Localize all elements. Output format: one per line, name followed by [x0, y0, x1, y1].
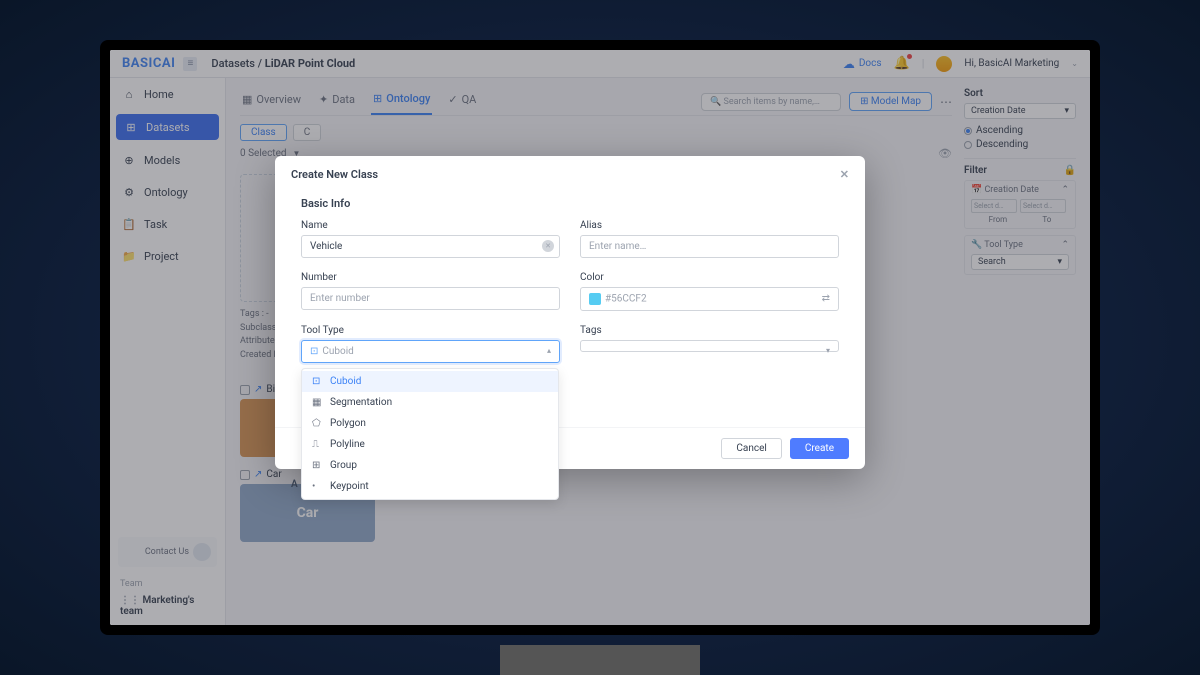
chevron-up-icon: ▴ — [547, 346, 551, 355]
sidebar-item-project[interactable]: 📁Project — [110, 240, 225, 272]
attributes-label: A — [291, 479, 298, 490]
sidebar-toggle-icon[interactable]: ≡ — [183, 57, 197, 71]
class-filter-chip[interactable]: Class — [240, 124, 287, 141]
option-segmentation[interactable]: ▦Segmentation — [302, 392, 558, 413]
model-map-button[interactable]: ⊞ Model Map — [849, 92, 932, 111]
create-button[interactable]: Create — [790, 438, 849, 459]
sort-by-select[interactable]: Creation Date ▾ — [964, 103, 1076, 119]
checkbox[interactable] — [240, 470, 250, 480]
tool-type-select[interactable]: ⊡Cuboid ▴ — [301, 340, 560, 363]
sort-filter-panel: Sort Creation Date ▾ Ascending Descendin… — [964, 88, 1076, 615]
option-polygon[interactable]: ⬠Polygon — [302, 413, 558, 434]
notifications-icon[interactable]: 🔔 — [894, 56, 910, 71]
keypoint-icon: • — [312, 481, 324, 492]
alias-label: Alias — [580, 220, 839, 231]
polygon-icon: ⬠ — [312, 418, 324, 429]
tool-type-label: Tool Type — [301, 325, 560, 336]
sidebar-item-home[interactable]: ⌂Home — [110, 78, 225, 110]
lock-icon: 🔒 — [1064, 165, 1076, 176]
user-greeting: Hi, BasicAI Marketing — [964, 58, 1059, 69]
sort-asc-radio[interactable]: Ascending — [964, 125, 1076, 136]
sidebar-item-datasets[interactable]: ⊞Datasets — [116, 114, 219, 140]
sidebar: ⌂Home ⊞Datasets ⊕Models⚙Ontology📋Task📁Proj… — [110, 78, 226, 625]
date-from-input[interactable]: Select d… — [971, 199, 1017, 213]
sidebar-item-task[interactable]: 📋Task — [110, 208, 225, 240]
breadcrumb-current: LiDAR Point Cloud — [265, 57, 356, 70]
tab-data[interactable]: ✦ Data — [317, 88, 357, 115]
option-polyline[interactable]: ⎍Polyline — [302, 434, 558, 455]
task-icon: 📋 — [122, 217, 136, 231]
tab-ontology[interactable]: ⊞ Ontology — [371, 88, 432, 115]
more-icon[interactable]: ⋯ — [940, 95, 952, 109]
group-icon: ⊞ — [312, 460, 324, 471]
name-input[interactable]: Vehicle — [301, 235, 560, 258]
tool-type-filter[interactable]: 🔧 Tool Type⌃ Search▾ — [964, 235, 1076, 275]
contact-us-button[interactable]: Contact Us — [118, 537, 217, 567]
search-input[interactable]: 🔍 Search items by name,… — [701, 93, 841, 111]
option-keypoint[interactable]: •Keypoint — [302, 476, 558, 497]
tabs-bar: ▦ Overview ✦ Data ⊞ Ontology ✓ QA 🔍 Search … — [240, 88, 952, 116]
modal-title: Create New Class — [291, 168, 378, 181]
avatar[interactable] — [936, 56, 952, 72]
link-icon[interactable]: ↗ — [254, 384, 262, 395]
tab-qa[interactable]: ✓ QA — [446, 88, 478, 115]
checkbox[interactable] — [240, 385, 250, 395]
tags-label: Tags — [580, 325, 839, 336]
cuboid-icon: ⊡ — [312, 376, 324, 387]
topbar: BASICAI ≡ Datasets / LiDAR Point Cloud ☁… — [110, 50, 1090, 78]
option-cuboid[interactable]: ⊡Cuboid — [302, 371, 558, 392]
class-filter-chip-2[interactable]: C — [293, 124, 322, 141]
app-screen: BASICAI ≡ Datasets / LiDAR Point Cloud ☁… — [110, 50, 1090, 625]
visibility-icon[interactable]: 👁 — [938, 147, 952, 160]
tab-overview[interactable]: ▦ Overview — [240, 88, 303, 115]
create-class-modal: Create New Class ✕ Basic Info Name Vehic… — [275, 156, 865, 469]
team-label: Team — [110, 575, 225, 593]
section-title: Basic Info — [301, 197, 839, 210]
alias-input[interactable]: Enter name… — [580, 235, 839, 258]
cuboid-icon: ⊡ — [310, 346, 318, 357]
cancel-button[interactable]: Cancel — [721, 438, 781, 459]
team-selector[interactable]: ⋮⋮ Marketing's team — [110, 593, 225, 625]
tool-type-search[interactable]: Search▾ — [971, 254, 1069, 270]
number-label: Number — [301, 272, 560, 283]
breadcrumb-root[interactable]: Datasets — [211, 57, 255, 70]
ontology-icon: ⚙ — [122, 185, 136, 199]
breadcrumb: Datasets / LiDAR Point Cloud — [211, 57, 355, 70]
sort-desc-radio[interactable]: Descending — [964, 139, 1076, 150]
polyline-icon: ⎍ — [312, 439, 324, 450]
project-icon: 📁 — [122, 249, 136, 263]
datasets-icon: ⊞ — [124, 120, 138, 134]
segmentation-icon: ▦ — [312, 397, 324, 408]
home-icon: ⌂ — [122, 87, 136, 101]
color-label: Color — [580, 272, 839, 283]
link-icon[interactable]: ↗ — [254, 469, 262, 480]
monitor-frame: BASICAI ≡ Datasets / LiDAR Point Cloud ☁… — [100, 40, 1100, 635]
sidebar-item-models[interactable]: ⊕Models — [110, 144, 225, 176]
brand-logo: BASICAI — [122, 56, 175, 71]
color-input[interactable]: #56CCF2 ⇄ — [580, 287, 839, 311]
models-icon: ⊕ — [122, 153, 136, 167]
docs-button[interactable]: ☁ Docs — [843, 57, 882, 71]
divider: | — [922, 57, 925, 70]
sidebar-item-ontology[interactable]: ⚙Ontology — [110, 176, 225, 208]
number-input[interactable]: Enter number — [301, 287, 560, 310]
option-group[interactable]: ⊞Group — [302, 455, 558, 476]
contact-icon — [193, 543, 211, 561]
creation-date-filter[interactable]: 📅 Creation Date⌃ Select d… Select d… Fro… — [964, 180, 1076, 229]
tags-input[interactable]: ▾ — [580, 340, 839, 352]
clear-icon[interactable]: ✕ — [542, 240, 554, 252]
close-icon[interactable]: ✕ — [840, 168, 849, 181]
name-label: Name — [301, 220, 560, 231]
monitor-stand — [500, 645, 700, 675]
cloud-icon: ☁ — [843, 57, 855, 71]
tool-type-dropdown: ⊡Cuboid▦Segmentation⬠Polygon⎍Polyline⊞Gr… — [301, 368, 559, 500]
chevron-down-icon[interactable]: ⌄ — [1071, 59, 1078, 68]
date-to-input[interactable]: Select d… — [1020, 199, 1066, 213]
color-swatch — [589, 293, 601, 305]
shuffle-icon[interactable]: ⇄ — [822, 293, 830, 304]
